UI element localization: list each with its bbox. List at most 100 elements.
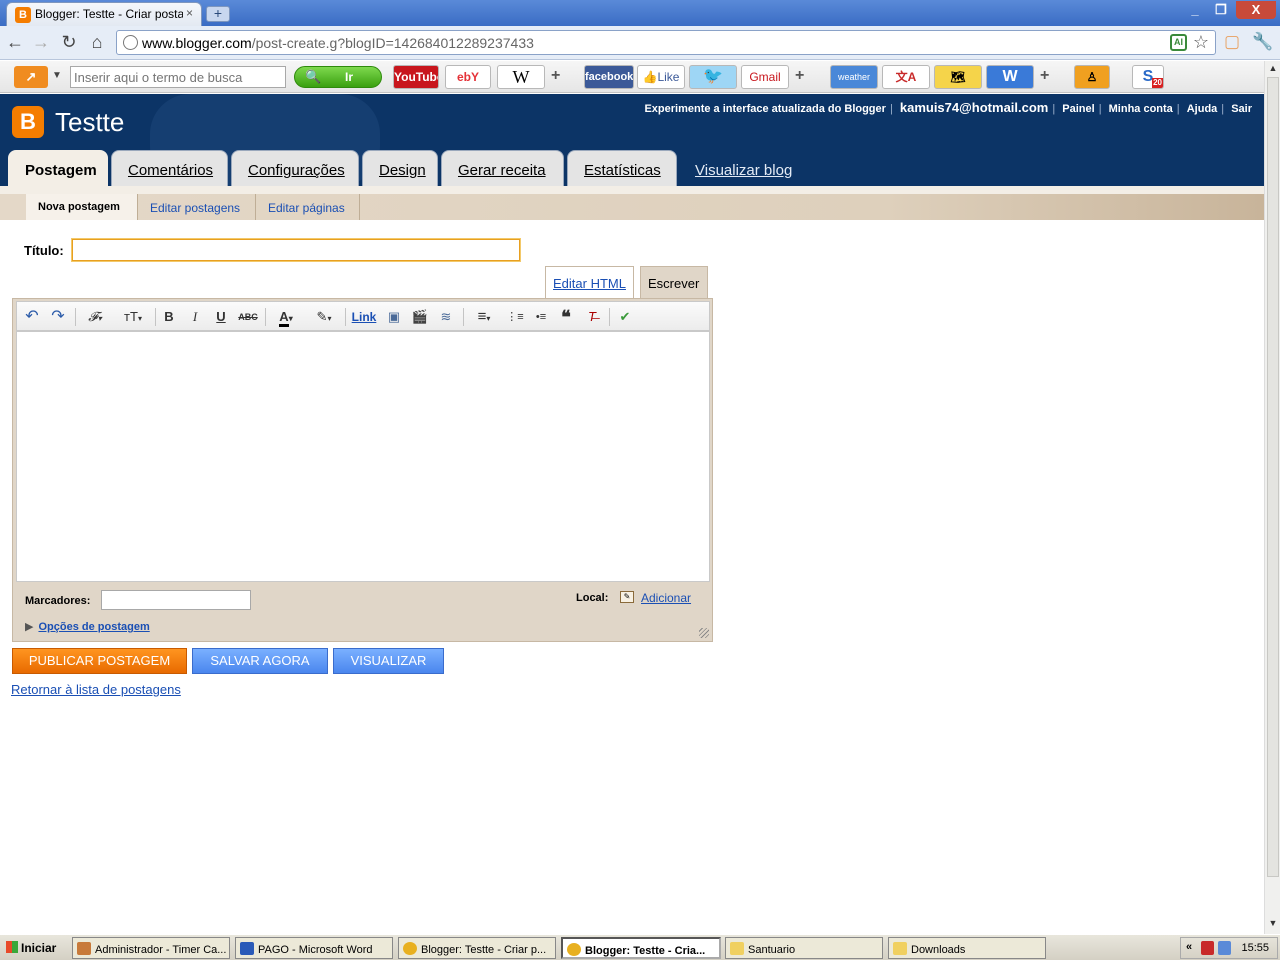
- subtab-editar-paginas[interactable]: Editar páginas: [256, 194, 360, 220]
- scroll-up-icon[interactable]: ▲: [1267, 63, 1279, 77]
- wikipedia-icon[interactable]: W: [497, 65, 545, 89]
- word-icon[interactable]: W: [986, 65, 1034, 89]
- security-shield-icon[interactable]: AI: [1170, 34, 1187, 51]
- blockquote-icon[interactable]: ❝: [557, 307, 575, 327]
- publish-button[interactable]: PUBLICAR POSTAGEM: [12, 648, 187, 674]
- spellcheck-icon[interactable]: ✔: [615, 307, 635, 327]
- font-size-icon[interactable]: тT▾: [117, 307, 149, 327]
- subtab-nova-postagem[interactable]: Nova postagem: [26, 194, 138, 220]
- scroll-thumb[interactable]: [1267, 77, 1279, 877]
- forward-arrow-icon[interactable]: →: [30, 32, 52, 54]
- numbered-list-icon[interactable]: ⋮≡: [505, 307, 525, 327]
- insert-video-icon[interactable]: 🎬: [411, 307, 429, 327]
- taskbar-item[interactable]: Santuario: [725, 937, 883, 959]
- add-location-link[interactable]: Adicionar: [641, 591, 691, 605]
- taskbar-item-active[interactable]: Blogger: Testte - Cria...: [561, 937, 721, 959]
- preview-button[interactable]: VISUALIZAR: [333, 648, 444, 674]
- jump-break-icon[interactable]: ≋: [437, 307, 455, 327]
- try-new-interface-link[interactable]: Experimente a interface atualizada do Bl…: [644, 103, 885, 115]
- antivirus-icon[interactable]: [1201, 941, 1214, 955]
- blogger-logo-icon[interactable]: B: [12, 106, 44, 138]
- dashboard-link[interactable]: Painel: [1062, 103, 1094, 115]
- address-bar[interactable]: www.blogger.com/post-create.g?blogID=142…: [116, 30, 1216, 55]
- return-to-posts-link[interactable]: Retornar à lista de postagens: [11, 682, 181, 697]
- subtab-editar-paginas-link[interactable]: Editar páginas: [268, 201, 345, 215]
- vertical-scrollbar[interactable]: ▲ ▼: [1264, 61, 1280, 934]
- alignment-icon[interactable]: ≡▾: [469, 307, 499, 327]
- maximize-button[interactable]: ❐: [1208, 1, 1234, 19]
- tab-configuracoes[interactable]: Configurações: [231, 150, 359, 186]
- social-s-icon[interactable]: S 20: [1132, 65, 1164, 89]
- tab-gerar-receita[interactable]: Gerar receita: [441, 150, 564, 186]
- start-button[interactable]: Iniciar: [1, 937, 57, 959]
- help-link[interactable]: Ajuda: [1187, 103, 1218, 115]
- tab-edit-html[interactable]: Editar HTML: [545, 266, 634, 298]
- maps-icon[interactable]: 🗺: [934, 65, 982, 89]
- text-color-icon[interactable]: A▾: [271, 307, 301, 327]
- wrench-menu-icon[interactable]: 🔧: [1252, 32, 1273, 52]
- bold-icon[interactable]: B: [161, 307, 177, 327]
- scroll-down-icon[interactable]: ▼: [1267, 918, 1279, 932]
- tab-comentarios[interactable]: Comentários: [111, 150, 228, 186]
- twitter-icon[interactable]: 🐦: [689, 65, 737, 89]
- tab-estatisticas[interactable]: Estatísticas: [567, 150, 677, 186]
- tab-postagem[interactable]: Postagem: [8, 150, 108, 186]
- gmail-icon[interactable]: Gmail: [741, 65, 789, 89]
- translate-icon[interactable]: 文A: [882, 65, 930, 89]
- network-icon[interactable]: [1218, 941, 1231, 955]
- taskbar-item[interactable]: Downloads: [888, 937, 1046, 959]
- home-icon[interactable]: ⌂: [86, 32, 108, 54]
- back-arrow-icon[interactable]: ←: [4, 32, 26, 54]
- add-plus-icon[interactable]: +: [551, 67, 560, 85]
- bullet-list-icon[interactable]: •≡: [531, 307, 551, 327]
- post-title-input[interactable]: [71, 238, 521, 262]
- tab-close-icon[interactable]: ×: [186, 6, 193, 20]
- save-now-button[interactable]: SALVAR AGORA: [192, 648, 328, 674]
- like-icon[interactable]: 👍Like: [637, 65, 685, 89]
- insert-link-button[interactable]: Link: [351, 307, 377, 327]
- labels-input[interactable]: [101, 590, 251, 610]
- tray-expand-icon[interactable]: «: [1186, 941, 1192, 953]
- add-plus-icon[interactable]: +: [795, 67, 804, 85]
- close-window-button[interactable]: X: [1236, 1, 1276, 19]
- chevron-down-icon[interactable]: ▼: [52, 70, 62, 81]
- remove-formatting-icon[interactable]: T̶: [583, 307, 601, 327]
- subtab-editar-postagens-link[interactable]: Editar postagens: [150, 201, 240, 215]
- ebay-icon[interactable]: ebY: [445, 65, 491, 89]
- font-family-icon[interactable]: 𝓕▾: [81, 307, 109, 327]
- redo-icon[interactable]: ↷: [49, 307, 67, 327]
- extension-icon[interactable]: ▢: [1222, 32, 1242, 52]
- taskbar-item[interactable]: PAGO - Microsoft Word: [235, 937, 393, 959]
- tab-compose[interactable]: Escrever: [640, 266, 708, 298]
- game-icon[interactable]: ♙: [1074, 65, 1110, 89]
- new-tab-button[interactable]: +: [206, 6, 230, 22]
- strikethrough-icon[interactable]: ABC: [237, 307, 259, 327]
- post-body-editor[interactable]: [16, 331, 710, 582]
- insert-image-icon[interactable]: ▣: [385, 307, 403, 327]
- underline-icon[interactable]: U: [213, 307, 229, 327]
- post-options-link[interactable]: Opções de postagem: [38, 621, 149, 633]
- browser-tab[interactable]: B Blogger: Testte - Criar postagem ×: [6, 2, 202, 26]
- reload-icon[interactable]: ↻: [58, 32, 80, 54]
- account-link[interactable]: Minha conta: [1109, 103, 1173, 115]
- minimize-button[interactable]: _: [1182, 1, 1208, 19]
- highlight-color-icon[interactable]: ✎▾: [309, 307, 339, 327]
- signout-link[interactable]: Sair: [1231, 103, 1252, 115]
- taskbar-item[interactable]: Administrador - Timer Ca...: [72, 937, 230, 959]
- toolbar-logo-icon[interactable]: ↗: [14, 66, 48, 88]
- undo-icon[interactable]: ↶: [23, 307, 41, 327]
- toolbar-search-input[interactable]: [70, 66, 286, 88]
- weather-icon[interactable]: weather: [830, 65, 878, 89]
- location-edit-icon[interactable]: ✎: [620, 591, 634, 603]
- youtube-icon[interactable]: YouTube: [393, 65, 439, 89]
- add-plus-icon[interactable]: +: [1040, 67, 1049, 85]
- bookmark-star-icon[interactable]: ☆: [1193, 32, 1209, 53]
- resize-handle[interactable]: [699, 628, 709, 638]
- facebook-icon[interactable]: facebook: [584, 65, 634, 89]
- taskbar-item[interactable]: Blogger: Testte - Criar p...: [398, 937, 556, 959]
- post-options-toggle[interactable]: ▶ Opções de postagem: [25, 620, 150, 633]
- tab-design[interactable]: Design: [362, 150, 438, 186]
- italic-icon[interactable]: I: [187, 307, 203, 327]
- subtab-editar-postagens[interactable]: Editar postagens: [138, 194, 256, 220]
- view-blog-link[interactable]: Visualizar blog: [695, 162, 792, 179]
